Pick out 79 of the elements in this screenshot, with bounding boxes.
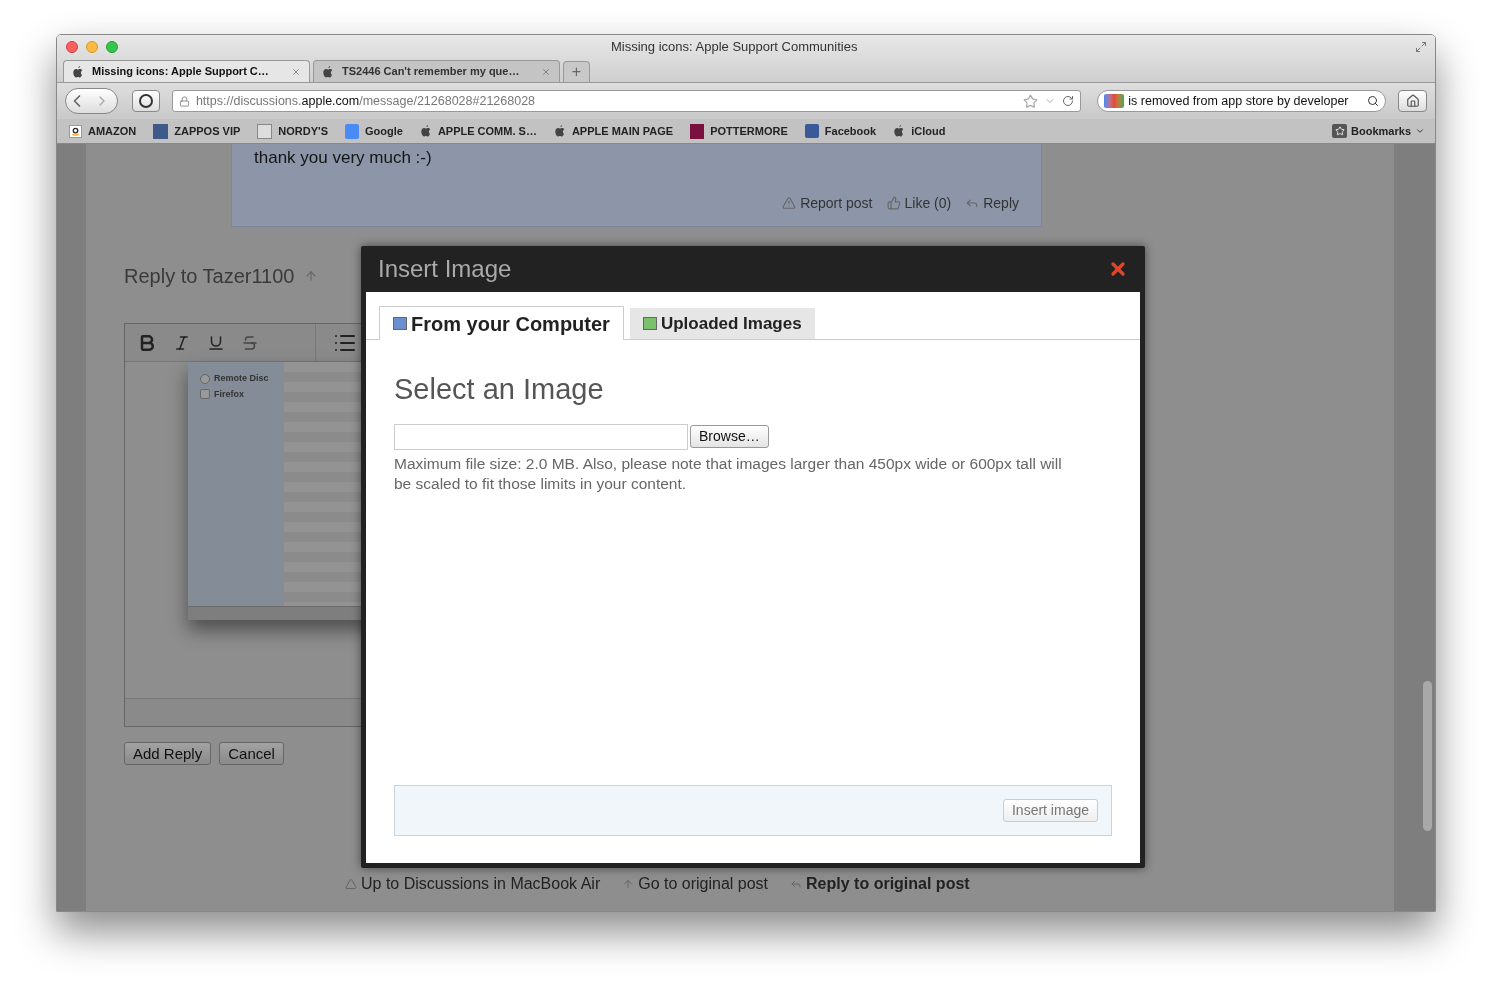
apple-icon [419, 124, 432, 138]
apple-icon [72, 64, 84, 79]
bookmarks-star-icon [1332, 124, 1348, 138]
dialog-title: Insert Image [378, 254, 512, 284]
search-engine-icon[interactable] [1104, 94, 1125, 108]
browser-tab[interactable]: TS2446 Can't remember my que… [313, 60, 560, 82]
drive-icon [200, 389, 210, 400]
caret-icon [1415, 126, 1425, 136]
window-title: Missing icons: Apple Support Communities [611, 38, 858, 57]
bookmark-logo-icon [690, 123, 705, 139]
lock-icon [178, 95, 190, 107]
bookmark-link[interactable]: APPLE COMM. S… [419, 122, 537, 140]
apple-icon [553, 124, 566, 138]
bookmark-link[interactable]: APPLE MAIN PAGE [553, 122, 674, 140]
browse-button[interactable]: Browse… [690, 425, 769, 448]
bookmarks-menu[interactable]: Bookmarks [1332, 122, 1425, 140]
bookmark-logo-icon [257, 123, 273, 139]
home-icon [1405, 94, 1420, 108]
apple-icon [893, 124, 906, 138]
dialog-tab[interactable]: Uploaded Images [629, 308, 815, 339]
fullscreen-icon[interactable] [1415, 41, 1427, 53]
underline-icon[interactable] [207, 333, 225, 352]
computer-icon [393, 317, 407, 330]
post-action-link[interactable]: Like (0) [886, 192, 952, 214]
up-arrow-icon [622, 878, 635, 890]
amazon-button[interactable] [132, 90, 160, 112]
bookmark-link[interactable]: NORDY'S [257, 122, 328, 140]
reply-arrow-icon [790, 878, 803, 890]
thumbs-up-icon [886, 196, 901, 210]
close-tab-icon[interactable] [291, 66, 301, 77]
facebook-icon [804, 124, 819, 138]
post-action-link[interactable]: Reply [965, 192, 1019, 214]
post-action-link[interactable]: Report post [782, 192, 873, 214]
strikethrough-icon[interactable] [241, 333, 259, 352]
back-forward-buttons[interactable] [65, 88, 119, 114]
bookmark-link[interactable]: iCloud [893, 122, 946, 140]
italic-icon[interactable] [173, 333, 191, 352]
reply-heading: Reply to Tazer1100 [124, 264, 295, 289]
close-icon[interactable] [1108, 259, 1128, 279]
url-text: https://discussions.apple.com/message/21268028#21268028 [195, 92, 536, 110]
bookmark-link[interactable]: AMAZON [69, 122, 137, 140]
close-window-button[interactable] [66, 41, 78, 53]
bookmark-link[interactable]: ZAPPOS VIP [153, 122, 241, 140]
bookmark-link[interactable]: Facebook [804, 122, 877, 140]
reload-icon[interactable] [1062, 95, 1075, 107]
warning-icon [782, 196, 797, 210]
bookmark-link[interactable]: POTTERMORE [690, 122, 788, 140]
zoom-window-button[interactable] [106, 41, 118, 53]
search-text: is removed from app store by developer [1128, 92, 1350, 110]
amazon-icon [69, 124, 82, 138]
post-text: thank you very much :-) [254, 147, 433, 169]
sidebar-item: Remote Disc [200, 372, 284, 386]
dialog-tab[interactable]: From your Computer [379, 306, 624, 340]
bookmark-link[interactable]: Google [345, 122, 403, 140]
footer-link[interactable]: Go to original post [622, 872, 769, 896]
up-triangle-icon [345, 878, 357, 890]
apple-icon [322, 64, 334, 79]
address-bar[interactable]: https://discussions.apple.com/message/21268028#21268028 [171, 90, 1082, 112]
bookmark-logo-icon [153, 123, 169, 139]
file-path-field[interactable] [394, 423, 688, 450]
browser-tab[interactable]: Missing icons: Apple Support C… [63, 60, 310, 82]
scrollbar-thumb[interactable] [1423, 681, 1432, 831]
insert-image-button[interactable]: Insert image [1002, 799, 1098, 822]
footer-link[interactable]: Up to Discussions in MacBook Air [345, 872, 601, 896]
bookmark-logo-icon [345, 123, 359, 139]
form-button[interactable]: Cancel [219, 742, 284, 765]
file-size-note: Maximum file size: 2.0 MB. Also, please note that images larger than 450px wide or 600px tall will be scaled to fit those limits in your content. [394, 453, 1063, 494]
minimize-window-button[interactable] [86, 41, 98, 53]
sidebar-item: Firefox [200, 387, 284, 401]
close-tab-icon[interactable] [541, 66, 551, 77]
search-field[interactable]: is removed from app store by developer [1097, 90, 1387, 112]
reply-arrow-icon [965, 196, 980, 210]
bookmark-star-icon[interactable] [1023, 93, 1039, 109]
form-button[interactable]: Add Reply [124, 742, 212, 765]
image-icon [642, 317, 657, 330]
footer-link[interactable]: Reply to original post [790, 872, 970, 896]
section-heading: Select an Image [394, 372, 605, 407]
search-icon[interactable] [1367, 95, 1380, 107]
home-button[interactable] [1398, 90, 1427, 112]
